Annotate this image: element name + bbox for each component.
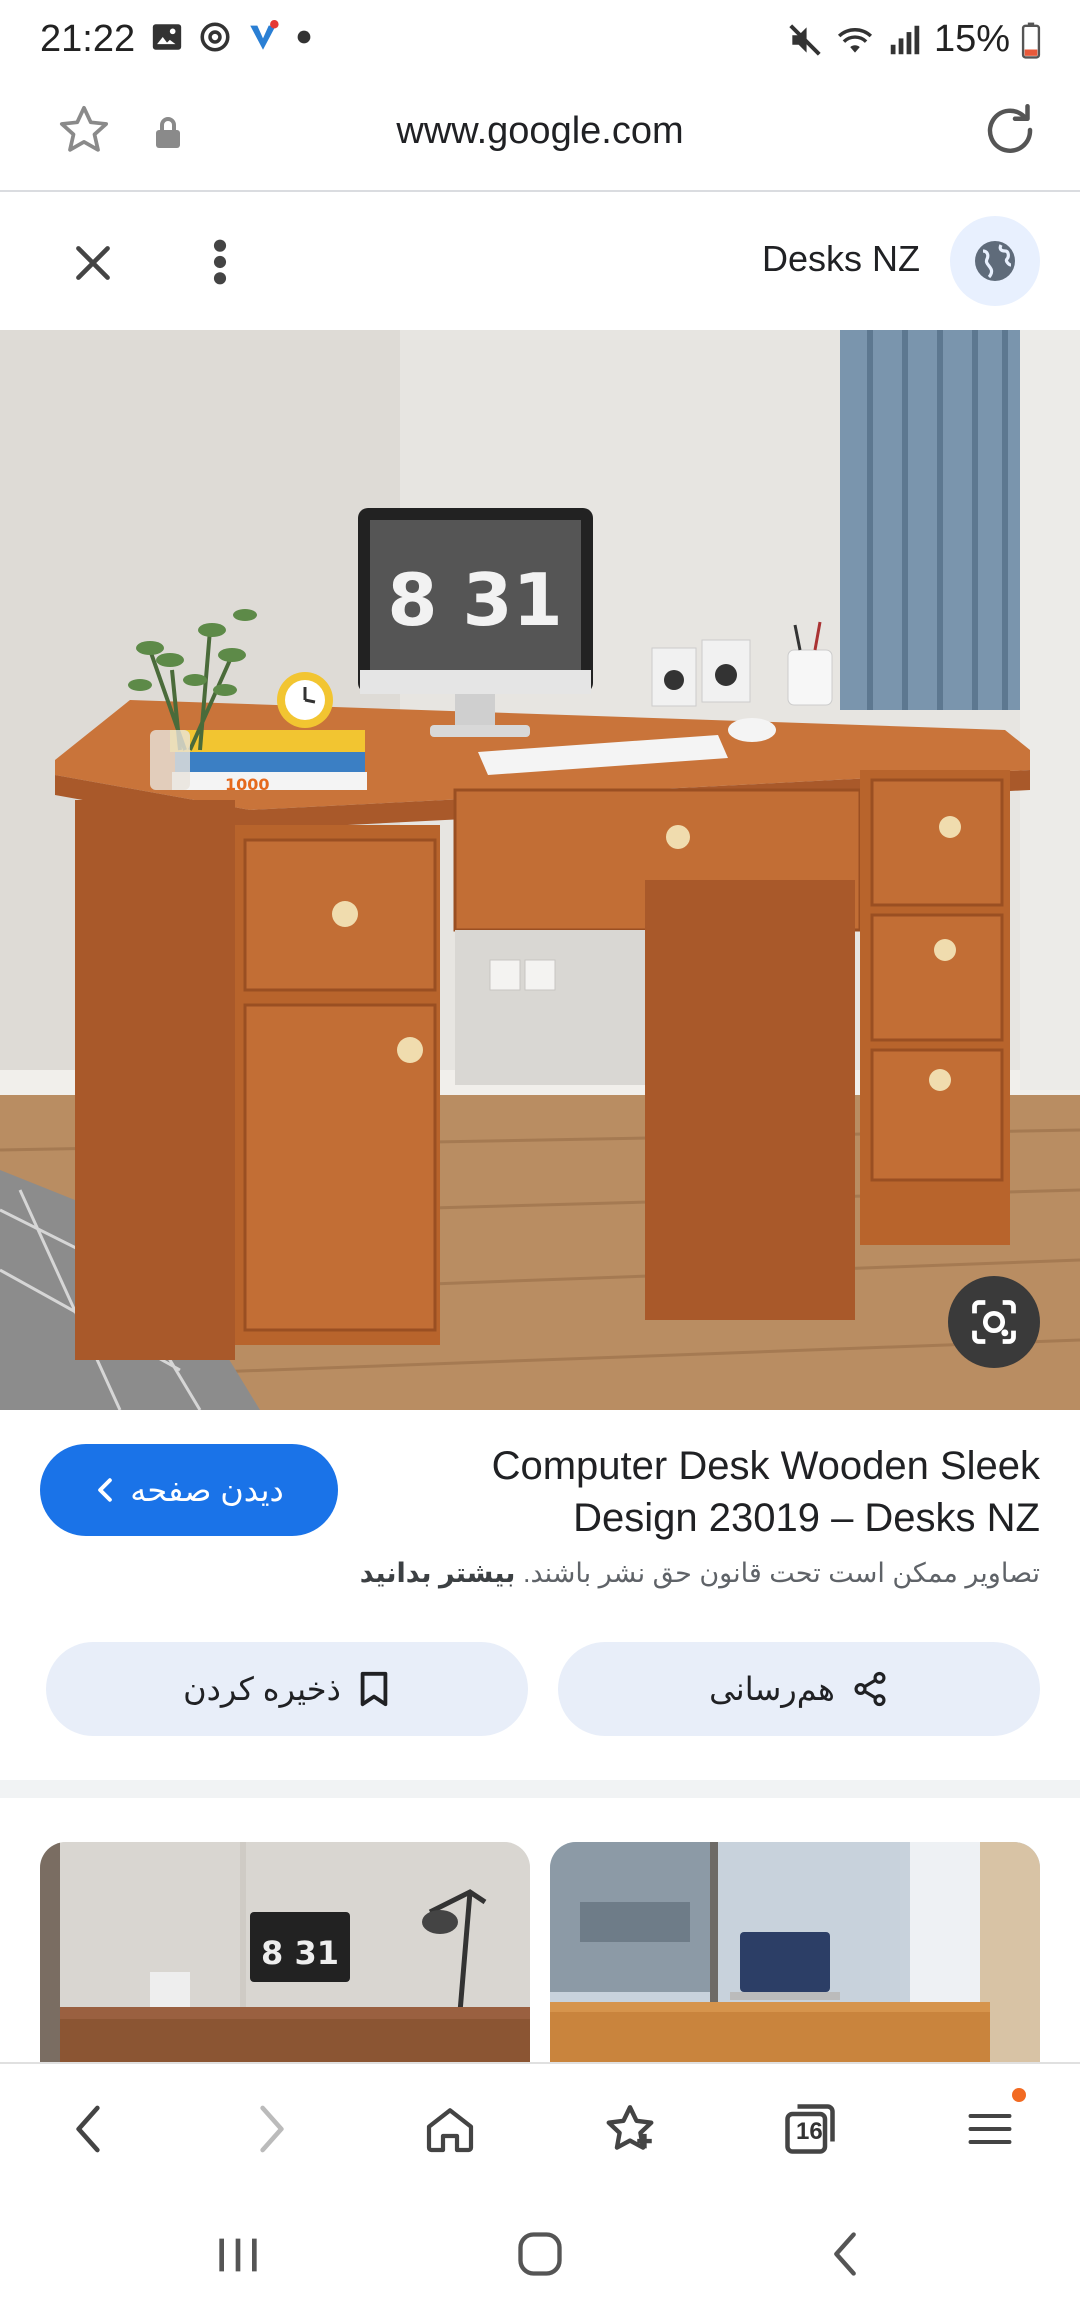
share-icon (854, 1671, 886, 1707)
related-image-1[interactable]: 8 31 (40, 1842, 530, 2062)
wifi-icon (837, 27, 872, 53)
menu-icon (968, 2114, 1012, 2144)
forward-button[interactable] (232, 2094, 312, 2164)
bookmarks-button[interactable] (590, 2094, 670, 2164)
home-icon (426, 2108, 474, 2153)
lens-search-button[interactable] (948, 1276, 1040, 1368)
svg-text:1000: 1000 (225, 775, 270, 794)
copyright-text: تصاویر ممکن است تحت قانون حق نشر باشند. (522, 1558, 1040, 1588)
visit-page-label: دیدن صفحه (130, 1472, 284, 1508)
tab-count: 16 (796, 2118, 823, 2145)
browser-bottom-nav: 16 (0, 2062, 1080, 2192)
result-title[interactable]: Computer Desk Wooden Sleek Design 23019 … (440, 1440, 1040, 1544)
save-label: ذخیره کردن (183, 1671, 341, 1707)
vpn-icon (250, 20, 279, 50)
forward-icon (260, 2105, 284, 2153)
monitor-clock: 8 31 (387, 558, 562, 642)
status-bar: 21:22 15% (0, 0, 1080, 80)
learn-more-link[interactable]: بیشتر بدانید (360, 1558, 516, 1588)
sync-icon (200, 22, 230, 52)
menu-notification-dot (1012, 2088, 1026, 2102)
mute-icon (789, 23, 821, 56)
reload-icon[interactable] (980, 100, 1040, 160)
signal-icon (890, 25, 920, 54)
system-home-icon[interactable] (514, 2228, 566, 2280)
lens-result-header: Desks NZ (0, 194, 1080, 330)
system-back-icon[interactable] (820, 2228, 870, 2280)
share-label: هم‌رسانی (709, 1671, 835, 1707)
chevron-left-icon (98, 1478, 113, 1502)
desk-photo: 8 31 1000 (0, 330, 1080, 1410)
save-button[interactable]: ذخیره کردن (46, 1642, 528, 1736)
globe-icon (975, 241, 1015, 281)
home-button[interactable] (410, 2094, 490, 2164)
battery-percent: 15% (933, 18, 1010, 60)
recents-icon[interactable] (210, 2230, 266, 2280)
system-nav-bar (0, 2192, 1080, 2316)
section-divider (0, 1780, 1080, 1798)
url-text[interactable]: www.google.com (0, 110, 1080, 153)
visit-page-button[interactable]: دیدن صفحه (40, 1444, 338, 1536)
lens-icon (972, 1300, 1016, 1344)
dot-icon (297, 30, 311, 44)
image-icon (152, 24, 182, 50)
back-icon (76, 2105, 100, 2153)
bookmarks-icon (606, 2105, 654, 2150)
menu-button[interactable] (950, 2088, 1030, 2164)
browser-url-bar: www.google.com (0, 80, 1080, 192)
svg-text:8 31: 8 31 (261, 1934, 339, 1972)
status-time: 21:22 (40, 18, 136, 60)
result-image[interactable]: 8 31 1000 (0, 330, 1080, 1410)
close-icon[interactable] (68, 238, 118, 288)
share-button[interactable]: هم‌رسانی (558, 1642, 1040, 1736)
site-favicon[interactable] (950, 216, 1040, 306)
tabs-button[interactable]: 16 (770, 2094, 850, 2164)
battery-icon (1021, 22, 1041, 59)
back-button[interactable] (48, 2094, 128, 2164)
related-image-2[interactable] (550, 1842, 1040, 2062)
bookmark-icon (360, 1671, 388, 1707)
site-name[interactable]: Desks NZ (762, 238, 920, 280)
more-vert-icon[interactable] (200, 234, 240, 290)
copyright-notice: تصاویر ممکن است تحت قانون حق نشر باشند. … (40, 1558, 1040, 1589)
